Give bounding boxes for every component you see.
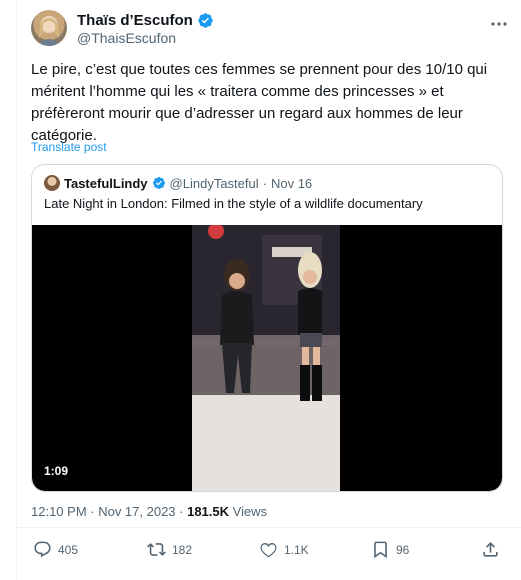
quoted-tweet-text: Late Night in London: Filmed in the styl… <box>44 196 423 211</box>
tweet-header: Thaïs d’Escufon @ThaisEscufon <box>31 8 511 48</box>
tweet-card: Thaïs d’Escufon @ThaisEscufon Le pire, c… <box>16 0 521 580</box>
video-duration: 1:09 <box>40 463 73 479</box>
video-player[interactable]: 1:09 <box>32 225 502 491</box>
quoted-tweet[interactable]: TastefulLindy @LindyTasteful · Nov 16 La… <box>31 164 503 492</box>
author-handle[interactable]: @ThaisEscufon <box>77 30 176 46</box>
quoted-author-handle: @LindyTasteful <box>169 175 259 191</box>
tweet-time[interactable]: 12:10 PM · Nov 17, 2023 · <box>31 504 187 519</box>
quoted-separator: · <box>262 175 267 191</box>
verified-badge-icon <box>198 13 213 28</box>
share-button[interactable] <box>481 540 500 559</box>
translate-post-link[interactable]: Translate post <box>31 140 107 154</box>
bookmark-button[interactable]: 96 <box>371 540 409 559</box>
quoted-tweet-header: TastefulLindy @LindyTasteful · Nov 16 <box>44 175 312 191</box>
verified-badge-icon <box>152 177 165 189</box>
reply-count: 405 <box>58 542 79 557</box>
repost-button[interactable]: 182 <box>147 540 192 559</box>
like-button[interactable]: 1.1K <box>259 540 309 559</box>
author-name[interactable]: Thaïs d’Escufon <box>77 12 193 29</box>
more-options-icon[interactable] <box>489 14 509 34</box>
like-count: 1.1K <box>284 542 309 557</box>
bookmark-icon <box>374 541 387 559</box>
bookmark-count: 96 <box>396 542 410 557</box>
author-avatar[interactable] <box>31 10 67 46</box>
heart-icon <box>260 543 277 558</box>
repost-count: 182 <box>172 542 193 557</box>
tweet-text: Le pire, c’est que toutes ces femmes se … <box>31 61 488 144</box>
quoted-author-avatar <box>44 175 60 191</box>
quoted-author-name: TastefulLindy <box>64 175 148 191</box>
action-bar: 405 182 1.1K 96 <box>33 540 503 564</box>
video-frame <box>192 225 340 491</box>
reply-icon <box>34 541 51 558</box>
views-label: Views <box>229 504 268 519</box>
views-count: 181.5K <box>187 504 230 519</box>
divider <box>17 527 521 528</box>
author-name-row[interactable]: Thaïs d’Escufon <box>77 12 214 29</box>
quoted-date: Nov 16 <box>270 175 313 191</box>
repost-icon <box>147 543 166 556</box>
tweet-timestamp[interactable]: 12:10 PM · Nov 17, 2023 · 181.5K Views <box>31 504 267 519</box>
reply-button[interactable]: 405 <box>33 540 78 559</box>
share-icon <box>483 542 498 557</box>
